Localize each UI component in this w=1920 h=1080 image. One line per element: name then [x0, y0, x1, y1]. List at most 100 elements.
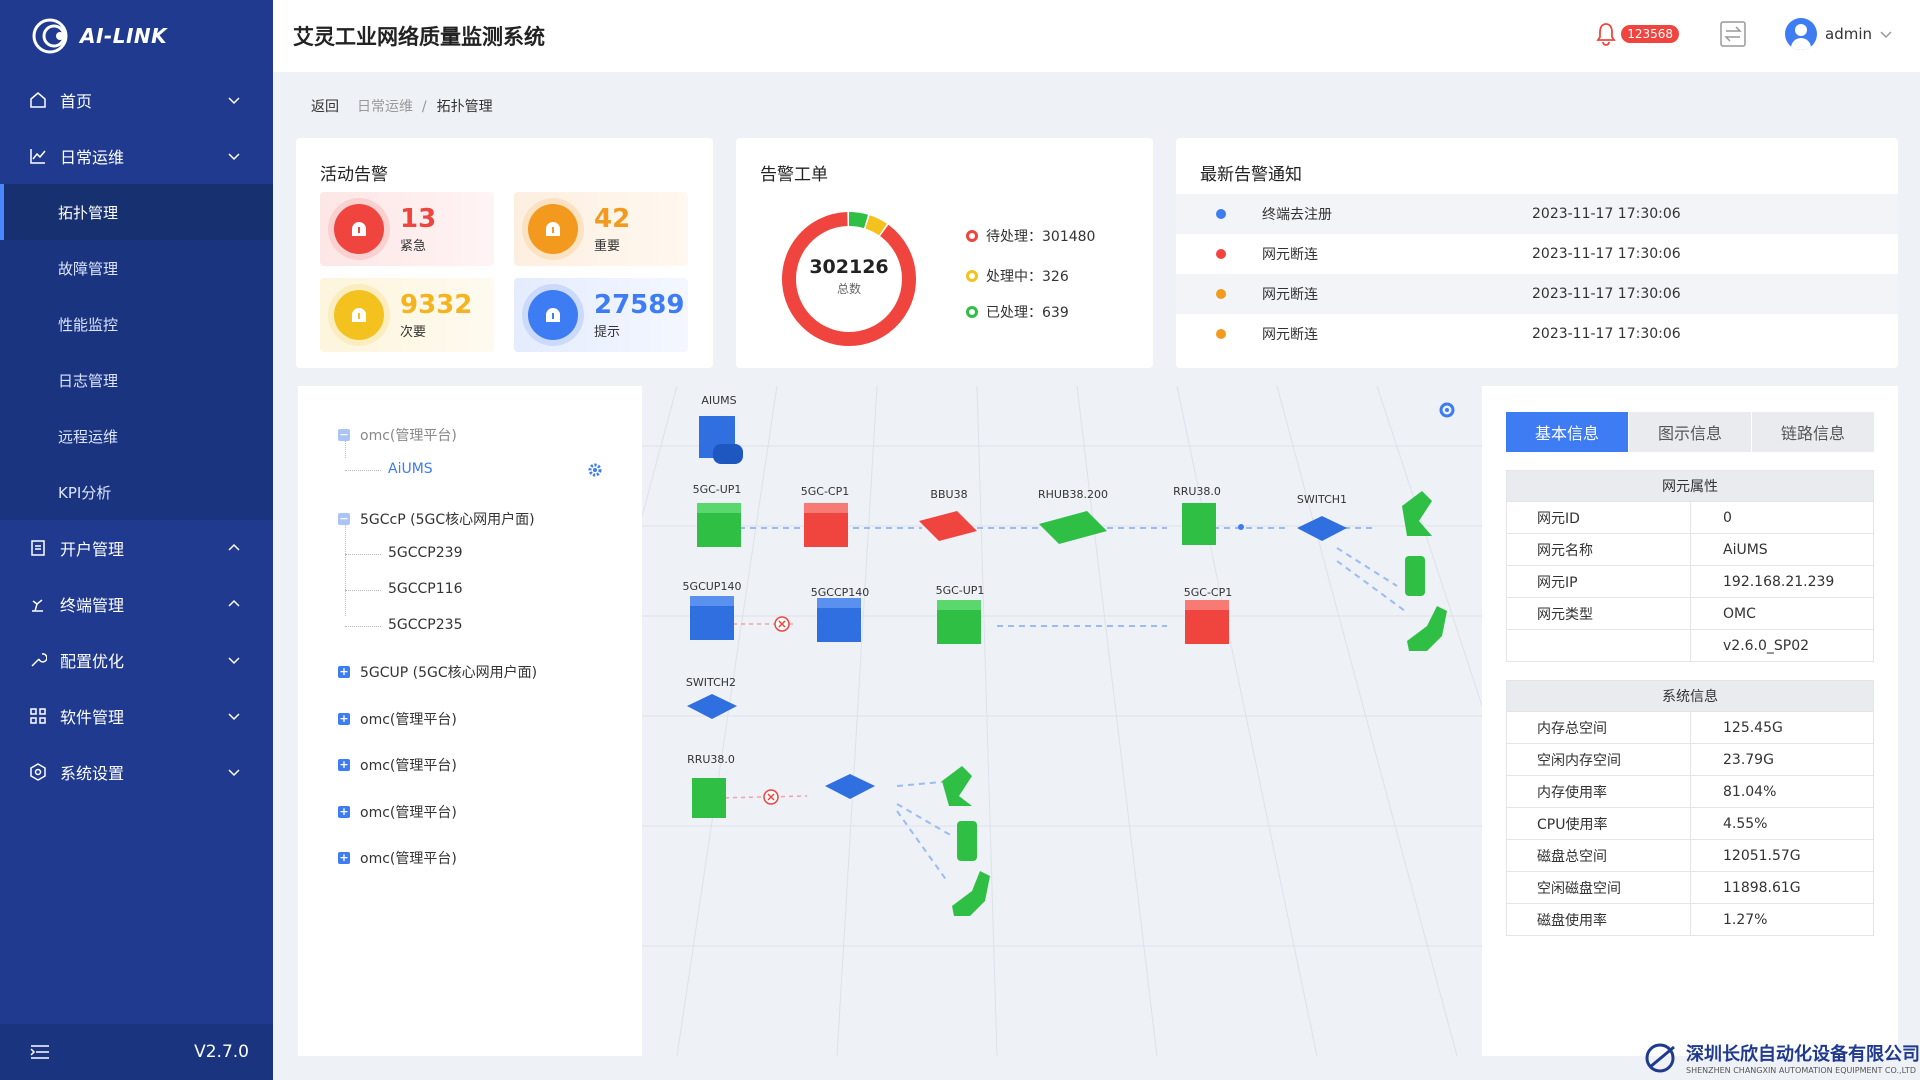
- collapse-icon[interactable]: −: [338, 513, 350, 525]
- notice-row[interactable]: 网元断连 2023-11-17 17:30:06: [1176, 314, 1898, 354]
- robot-node: [1402, 491, 1432, 536]
- header-actions: 123568 admin: [1595, 18, 1892, 50]
- table-row: 网元类型 OMC: [1507, 597, 1873, 629]
- row-value: 11898.61G: [1723, 879, 1801, 896]
- tree-node[interactable]: 5GCCP116: [388, 581, 462, 597]
- server-node[interactable]: [699, 416, 743, 464]
- row-key: 空闲磁盘空间: [1507, 872, 1691, 903]
- notice-time: 2023-11-17 17:30:06: [1532, 246, 1681, 262]
- red-node: [919, 511, 977, 541]
- tree-node[interactable]: −5GCcP (5GC核心网用户面): [338, 509, 535, 529]
- alarm-critical-value: 13: [400, 203, 437, 234]
- notice-row[interactable]: 网元断连 2023-11-17 17:30:06: [1176, 234, 1898, 274]
- nav-account[interactable]: 开户管理: [0, 520, 273, 576]
- tab-link-info[interactable]: 链路信息: [1752, 412, 1875, 452]
- table-row: 磁盘总空间 12051.57G: [1507, 839, 1873, 871]
- expand-icon[interactable]: +: [338, 759, 350, 771]
- tree-node[interactable]: + omc(管理平台): [338, 802, 457, 822]
- chevron-up-icon: [228, 599, 240, 607]
- notification-button[interactable]: 123568: [1595, 22, 1679, 46]
- back-link[interactable]: 返回: [311, 96, 339, 116]
- expand-icon[interactable]: +: [338, 666, 350, 678]
- nav-software[interactable]: 软件管理: [0, 688, 273, 744]
- node-label: 5GCCP140: [810, 586, 870, 599]
- node-label: 5GCUP140: [682, 580, 742, 593]
- daily-ops-submenu: 拓扑管理 故障管理 性能监控 日志管理 远程运维 KPI分析: [0, 184, 273, 520]
- collapse-menu-icon[interactable]: [30, 1044, 50, 1060]
- nav-home[interactable]: 首页: [0, 72, 273, 128]
- expand-icon[interactable]: +: [338, 852, 350, 864]
- sub-item-fault[interactable]: 故障管理: [0, 240, 273, 296]
- green-node: [697, 503, 741, 547]
- row-value: OMC: [1723, 605, 1756, 622]
- nav-settings[interactable]: 系统设置: [0, 744, 273, 800]
- expand-icon[interactable]: +: [338, 713, 350, 725]
- tab-diagram-info[interactable]: 图示信息: [1629, 412, 1752, 452]
- table-row: 空闲内存空间 23.79G: [1507, 743, 1873, 775]
- tree-node[interactable]: − omc(管理平台): [338, 425, 457, 445]
- chevron-down-icon: [228, 769, 240, 777]
- tickets-total: 302126: [809, 256, 889, 278]
- node-label: RRU38.0: [687, 753, 735, 766]
- row-key: 空闲内存空间: [1507, 744, 1691, 775]
- logo: AI-LINK: [0, 0, 273, 72]
- nav-config-label: 配置优化: [60, 652, 125, 671]
- chevron-down-icon: [228, 97, 240, 105]
- version-label: V2.7.0: [194, 1042, 249, 1062]
- alarm-tile-hint[interactable]: 27589 提示: [514, 278, 688, 352]
- alarm-tile-minor[interactable]: 9332 次要: [320, 278, 494, 352]
- breadcrumb-parent-label: 日常运维: [357, 99, 413, 115]
- chevron-up-icon: [228, 543, 240, 551]
- active-alarms-card: 活动告警 13 紧急 42 重要 9332 次要 27589 提示: [296, 138, 713, 368]
- sub-item-performance[interactable]: 性能监控: [0, 296, 273, 352]
- robot-node: [1407, 606, 1447, 651]
- page-title: 艾灵工业网络质量监测系统: [293, 25, 545, 49]
- row-value: 125.45G: [1723, 719, 1783, 736]
- blue-node: [687, 694, 737, 719]
- status-dot-red: [966, 230, 978, 242]
- table-row: 空闲磁盘空间 11898.61G: [1507, 871, 1873, 903]
- gear-icon[interactable]: [1439, 402, 1455, 418]
- tree-node[interactable]: +5GCUP (5GC核心网用户面): [338, 662, 537, 682]
- nav-terminal[interactable]: 终端管理: [0, 576, 273, 632]
- chevron-down-icon: [228, 713, 240, 721]
- sub-item-log[interactable]: 日志管理: [0, 352, 273, 408]
- row-key: 内存总空间: [1507, 712, 1691, 743]
- switch-icon[interactable]: [1719, 20, 1747, 48]
- tree-node[interactable]: 5GCCP239: [388, 545, 462, 561]
- tree-node-label: 5GCCP116: [388, 581, 463, 597]
- row-key: 磁盘使用率: [1507, 904, 1691, 935]
- expand-icon[interactable]: +: [338, 806, 350, 818]
- tab-basic-info[interactable]: 基本信息: [1506, 412, 1629, 452]
- red-node: [804, 503, 848, 547]
- table-row: v2.6.0_SP02: [1507, 629, 1873, 661]
- chart-line-icon: [28, 146, 48, 166]
- collapse-icon[interactable]: −: [338, 429, 350, 441]
- tree-node[interactable]: + omc(管理平台): [338, 755, 457, 775]
- node-label: RRU38.0: [1173, 485, 1221, 498]
- breadcrumb-parent[interactable]: 日常运维 /: [357, 96, 427, 116]
- nav-config[interactable]: 配置优化: [0, 632, 273, 688]
- nav-daily-ops[interactable]: 日常运维: [0, 128, 273, 184]
- table-header: 网元属性: [1507, 471, 1873, 501]
- alarm-tile-major[interactable]: 42 重要: [514, 192, 688, 266]
- breadcrumb: 返回 日常运维 / 拓扑管理: [311, 96, 493, 116]
- table-row: 网元名称 AiUMS: [1507, 533, 1873, 565]
- tree-panel: − omc(管理平台) AiUMS −5GCcP (5GC核心网用户面) 5GCC…: [298, 386, 642, 1056]
- username: admin: [1825, 25, 1872, 43]
- tree-node[interactable]: + omc(管理平台): [338, 848, 457, 868]
- gear-icon[interactable]: [586, 461, 604, 479]
- sub-item-remote[interactable]: 远程运维: [0, 408, 273, 464]
- notice-row[interactable]: 终端去注册 2023-11-17 17:30:06: [1176, 194, 1898, 234]
- node-label: SWITCH1: [1296, 493, 1348, 506]
- alarm-tile-critical[interactable]: 13 紧急: [320, 192, 494, 266]
- notice-row[interactable]: 网元断连 2023-11-17 17:30:06: [1176, 274, 1898, 314]
- tree-node[interactable]: 5GCCP235: [388, 617, 462, 633]
- user-menu[interactable]: admin: [1785, 18, 1892, 50]
- tree-node[interactable]: AiUMS: [388, 461, 433, 477]
- sub-item-topology[interactable]: 拓扑管理: [0, 184, 273, 240]
- info-panel: 基本信息 图示信息 链路信息 网元属性 网元ID 0 网元名称 AiUMS 网元IP…: [1482, 386, 1898, 1056]
- tree-node[interactable]: + omc(管理平台): [338, 709, 457, 729]
- notice-text: 终端去注册: [1262, 207, 1332, 223]
- sub-item-kpi[interactable]: KPI分析: [0, 464, 273, 520]
